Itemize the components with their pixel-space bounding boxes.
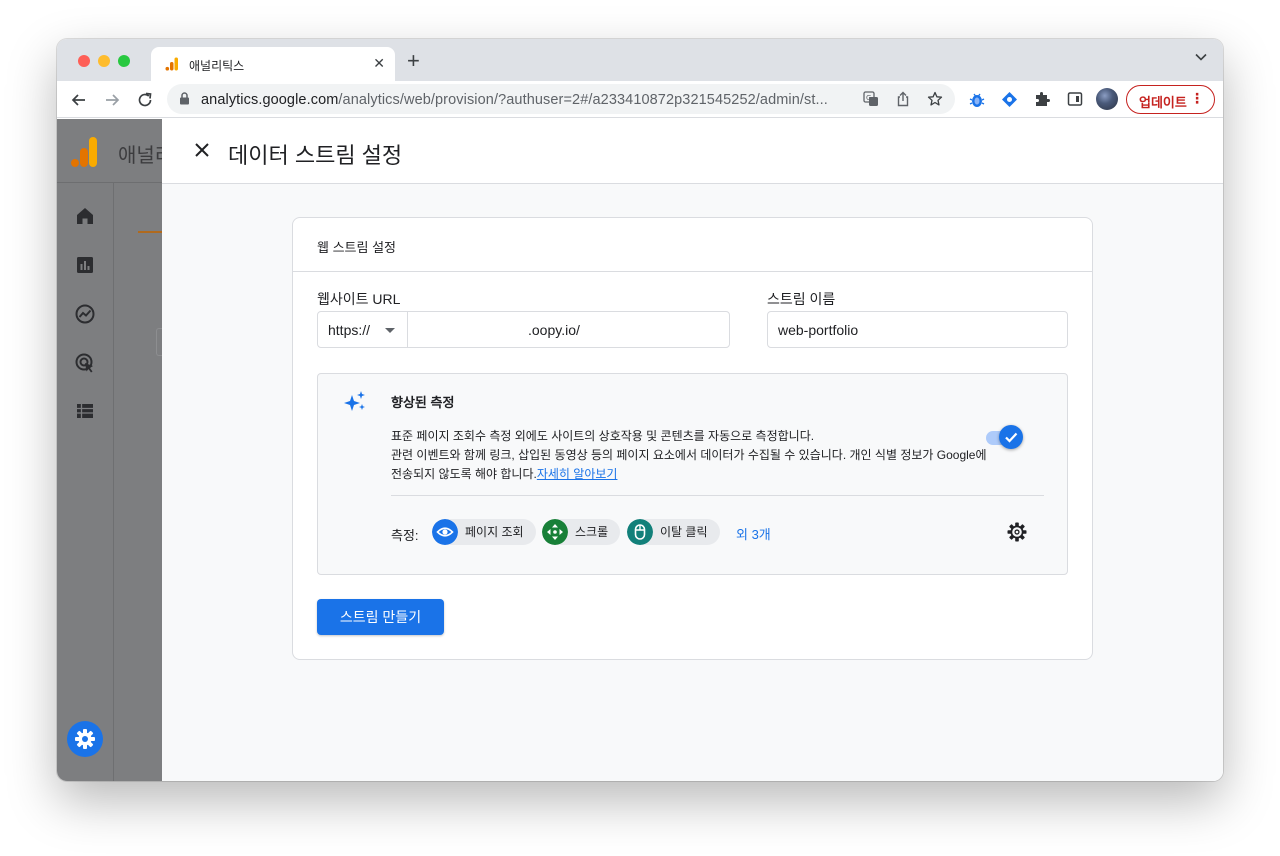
address-bar[interactable]: analytics.google.com/analytics/web/provi… bbox=[167, 84, 955, 114]
new-tab-button[interactable]: + bbox=[407, 50, 420, 72]
panel-divider bbox=[391, 495, 1044, 496]
reload-icon[interactable] bbox=[135, 90, 155, 110]
sparkle-icon bbox=[344, 391, 365, 411]
background-header: 애널리 bbox=[57, 119, 173, 183]
browser-tab[interactable]: 애널리틱스 ✕ bbox=[151, 47, 395, 81]
side-panel-icon[interactable] bbox=[1067, 91, 1083, 107]
tab-search-chevron-icon[interactable] bbox=[1195, 53, 1207, 61]
protocol-select[interactable]: https:// bbox=[317, 311, 408, 348]
create-stream-button[interactable]: 스트림 만들기 bbox=[317, 599, 444, 635]
analytics-logo-icon bbox=[71, 137, 97, 167]
bookmark-star-icon[interactable] bbox=[927, 91, 943, 107]
check-icon bbox=[1005, 432, 1018, 443]
web-stream-card: 웹 스트림 설정 웹사이트 URL https:// .oopy.io/ 스트림… bbox=[292, 217, 1093, 660]
svg-text:G: G bbox=[866, 94, 871, 102]
analytics-favicon-icon bbox=[165, 57, 178, 71]
gear-icon bbox=[75, 729, 95, 749]
scroll-icon bbox=[542, 519, 568, 545]
settings-gear-icon[interactable] bbox=[1006, 521, 1028, 543]
website-url-label: 웹사이트 URL bbox=[317, 291, 401, 307]
browser-toolbar: analytics.google.com/analytics/web/provi… bbox=[57, 81, 1223, 118]
close-window-button[interactable] bbox=[78, 55, 90, 67]
card-divider bbox=[293, 271, 1092, 272]
tab-close-icon[interactable]: ✕ bbox=[373, 55, 385, 72]
background-nav-rail bbox=[57, 119, 162, 781]
stream-name-label: 스트림 이름 bbox=[767, 291, 836, 307]
forward-arrow-icon[interactable] bbox=[102, 90, 122, 110]
enhanced-measurement-panel: 향상된 측정 표준 페이지 조회수 측정 외에도 사이트의 상호작용 및 콘텐츠… bbox=[317, 373, 1068, 575]
rail-separator bbox=[113, 183, 114, 781]
maximize-window-button[interactable] bbox=[118, 55, 130, 67]
home-icon[interactable] bbox=[74, 205, 96, 227]
learn-more-link[interactable]: 자세히 알아보기 bbox=[537, 467, 618, 481]
data-stream-dialog: 데이터 스트림 설정 웹 스트림 설정 웹사이트 URL https:// .o… bbox=[162, 119, 1223, 781]
reports-icon[interactable] bbox=[74, 254, 96, 276]
measurement-label: 측정: bbox=[391, 528, 419, 543]
explore-icon[interactable] bbox=[74, 303, 96, 325]
lock-icon bbox=[180, 92, 189, 105]
card-title: 웹 스트림 설정 bbox=[317, 240, 396, 255]
protocol-value: https:// bbox=[328, 322, 371, 338]
eye-icon bbox=[432, 519, 458, 545]
close-icon[interactable] bbox=[193, 141, 211, 159]
enhanced-measurement-title: 향상된 측정 bbox=[391, 395, 455, 410]
admin-settings-button[interactable] bbox=[67, 721, 103, 757]
tag-assistant-extension-icon[interactable] bbox=[1001, 91, 1018, 108]
update-button[interactable]: 업데이트 ⋮ bbox=[1126, 85, 1215, 114]
background-tab-indicator bbox=[138, 231, 162, 233]
chip-page-views: 페이지 조회 bbox=[432, 519, 536, 545]
dropdown-caret-icon bbox=[385, 328, 395, 333]
profile-avatar[interactable] bbox=[1096, 88, 1118, 110]
chip-scroll: 스크롤 bbox=[542, 519, 621, 545]
stream-name-input[interactable]: web-portfolio bbox=[767, 311, 1068, 348]
enhanced-measurement-description: 표준 페이지 조회수 측정 외에도 사이트의 상호작용 및 콘텐츠를 자동으로 … bbox=[391, 429, 987, 481]
extensions-puzzle-icon[interactable] bbox=[1034, 91, 1050, 107]
minimize-window-button[interactable] bbox=[98, 55, 110, 67]
analytics-app: 애널리 데이터 스트림 설정 웹 스트림 설정 웹사이트 URL https:/… bbox=[57, 119, 1223, 781]
more-vert-icon: ⋮ bbox=[1190, 90, 1204, 106]
back-arrow-icon[interactable] bbox=[69, 90, 89, 110]
tab-strip: 애널리틱스 ✕ + bbox=[57, 39, 1223, 81]
tab-title: 애널리틱스 bbox=[189, 59, 245, 73]
configure-list-icon[interactable] bbox=[74, 400, 96, 422]
chip-outbound-clicks: 이탈 클릭 bbox=[627, 519, 720, 545]
bug-extension-icon[interactable] bbox=[969, 91, 985, 108]
url-text: analytics.google.com/analytics/web/provi… bbox=[201, 92, 828, 108]
toggle-thumb[interactable] bbox=[999, 425, 1023, 449]
dialog-header: 데이터 스트림 설정 bbox=[162, 119, 1223, 184]
translate-icon[interactable]: G bbox=[863, 91, 879, 107]
website-url-input[interactable]: .oopy.io/ bbox=[407, 311, 730, 348]
dialog-title: 데이터 스트림 설정 bbox=[228, 143, 403, 168]
mouse-icon bbox=[627, 519, 653, 545]
advertising-icon[interactable] bbox=[74, 352, 96, 374]
more-measurements-link[interactable]: 외 3개 bbox=[736, 524, 771, 543]
browser-window: 애널리틱스 ✕ + analytics.google.com/analytics… bbox=[57, 39, 1223, 781]
share-icon[interactable] bbox=[896, 91, 910, 107]
